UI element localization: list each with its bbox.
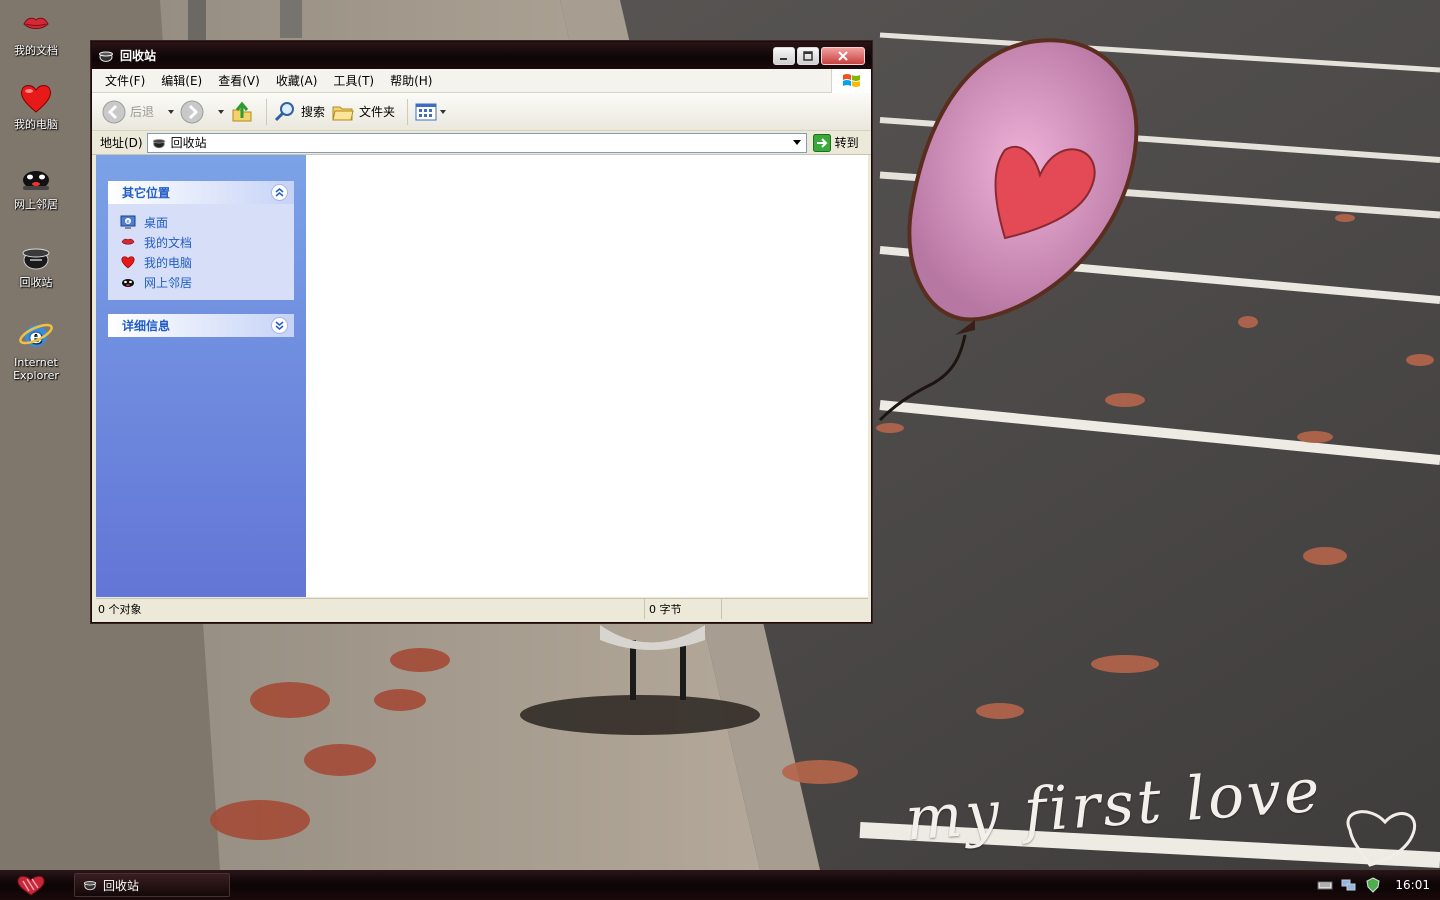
views-dropdown-arrow[interactable] bbox=[440, 109, 447, 114]
status-size: 0 字节 bbox=[645, 599, 722, 619]
address-dropdown-button[interactable] bbox=[790, 136, 804, 150]
minimize-button[interactable] bbox=[773, 46, 795, 65]
close-button[interactable] bbox=[821, 46, 865, 65]
menu-tools[interactable]: 工具(T) bbox=[325, 69, 382, 92]
up-folder-icon bbox=[232, 101, 252, 121]
chevron-down-double-icon bbox=[275, 321, 284, 330]
heart-start-icon bbox=[17, 875, 45, 896]
status-bar: 0 个对象 0 字节 bbox=[96, 598, 868, 619]
go-button[interactable]: 转到 bbox=[812, 133, 859, 152]
forward-button[interactable] bbox=[180, 97, 204, 127]
folder-icon bbox=[332, 106, 354, 120]
menu-favorites[interactable]: 收藏(A) bbox=[268, 69, 326, 92]
window-titlebar[interactable]: 回收站 bbox=[92, 42, 871, 69]
place-link-desktop[interactable]: e 桌面 bbox=[120, 212, 294, 232]
task-pane: 其它位置 e 桌面 我的文档 我的电脑 网上邻居 详细信息 bbox=[96, 155, 306, 597]
menu-file[interactable]: 文件(F) bbox=[92, 69, 153, 92]
svg-text:e: e bbox=[126, 219, 129, 225]
desktop-icon-network[interactable]: 网上邻居 bbox=[0, 160, 72, 211]
keyboard-icon[interactable] bbox=[1317, 877, 1333, 893]
menu-help[interactable]: 帮助(H) bbox=[382, 69, 440, 92]
minimize-icon bbox=[780, 57, 787, 60]
lips-icon bbox=[121, 238, 135, 245]
other-places-panel: 其它位置 e 桌面 我的文档 我的电脑 网上邻居 bbox=[108, 181, 294, 300]
windows-logo bbox=[831, 69, 871, 93]
windows-flag-icon bbox=[842, 74, 860, 87]
recycle-bin-icon bbox=[152, 138, 165, 148]
start-button[interactable] bbox=[0, 870, 62, 900]
desktop-icon-my-computer[interactable]: 我的电脑 bbox=[0, 80, 72, 131]
other-places-header[interactable]: 其它位置 bbox=[108, 181, 294, 204]
status-object-count: 0 个对象 bbox=[96, 599, 645, 619]
network-icon bbox=[23, 171, 49, 190]
views-icon bbox=[415, 103, 437, 120]
network-icon bbox=[122, 279, 134, 287]
heart-icon bbox=[121, 256, 135, 269]
go-arrow-icon bbox=[812, 133, 831, 152]
file-list-area[interactable] bbox=[306, 155, 868, 597]
folders-button[interactable]: 文件夹 bbox=[331, 97, 395, 127]
back-arrow-icon bbox=[102, 100, 126, 123]
address-input[interactable]: 回收站 bbox=[146, 132, 807, 153]
window-content: 其它位置 e 桌面 我的文档 我的电脑 网上邻居 详细信息 bbox=[96, 155, 868, 597]
menu-view[interactable]: 查看(V) bbox=[210, 69, 268, 92]
close-icon bbox=[838, 50, 848, 61]
recycle-bin-icon bbox=[99, 51, 113, 62]
search-icon bbox=[274, 101, 295, 121]
chevron-up-double-icon bbox=[275, 188, 284, 197]
menu-edit[interactable]: 编辑(E) bbox=[153, 69, 210, 92]
taskbar: 回收站 16:01 bbox=[0, 870, 1440, 900]
network-connection-icon[interactable] bbox=[1341, 877, 1357, 893]
details-panel: 详细信息 bbox=[108, 314, 294, 337]
recycle-bin-window[interactable]: 回收站 文件(F) 编辑(E) 查看(V) 收藏(A) 工具(T) 帮助(H) bbox=[91, 41, 872, 623]
back-button[interactable]: 后退 bbox=[102, 97, 154, 127]
details-header[interactable]: 详细信息 bbox=[108, 314, 294, 337]
up-folder-button[interactable] bbox=[230, 97, 254, 127]
desktop-icon-my-documents[interactable]: 我的文档 bbox=[0, 6, 72, 57]
taskbar-clock[interactable]: 16:01 bbox=[1395, 878, 1430, 892]
recycle-bin-icon bbox=[83, 881, 97, 891]
security-shield-icon[interactable] bbox=[1365, 877, 1381, 893]
search-button[interactable]: 搜索 bbox=[273, 97, 325, 127]
place-link-my-documents[interactable]: 我的文档 bbox=[120, 232, 294, 252]
address-value: 回收站 bbox=[170, 136, 207, 150]
menu-bar: 文件(F) 编辑(E) 查看(V) 收藏(A) 工具(T) 帮助(H) bbox=[92, 69, 871, 93]
place-link-my-computer[interactable]: 我的电脑 bbox=[120, 252, 294, 272]
recycle-bin-icon bbox=[22, 248, 50, 270]
forward-arrow-icon bbox=[180, 100, 204, 123]
heart-icon bbox=[21, 85, 51, 113]
views-button[interactable] bbox=[414, 97, 447, 127]
standard-toolbar: 后退 搜索 文件夹 bbox=[92, 93, 871, 131]
taskbar-button-recycle-bin[interactable]: 回收站 bbox=[74, 873, 230, 897]
address-label: 地址(D) bbox=[100, 136, 143, 150]
back-dropdown-arrow[interactable] bbox=[168, 109, 175, 114]
place-link-network[interactable]: 网上邻居 bbox=[120, 272, 294, 292]
desktop-icon: e bbox=[120, 215, 136, 229]
system-tray: 16:01 bbox=[1309, 870, 1440, 900]
maximize-icon bbox=[803, 50, 813, 61]
internet-explorer-icon: e bbox=[19, 323, 53, 348]
window-title: 回收站 bbox=[120, 49, 157, 63]
chevron-down-icon bbox=[792, 139, 801, 145]
lips-icon bbox=[23, 17, 49, 29]
maximize-button[interactable] bbox=[797, 46, 819, 65]
address-bar: 地址(D) 回收站 转到 bbox=[92, 131, 871, 155]
desktop-icon-internet-explorer[interactable]: e Internet Explorer bbox=[0, 318, 72, 382]
desktop-icon-recycle-bin[interactable]: 回收站 bbox=[0, 238, 72, 289]
collapse-other-places-button[interactable] bbox=[271, 184, 288, 201]
forward-dropdown-arrow[interactable] bbox=[218, 109, 225, 114]
expand-details-button[interactable] bbox=[271, 317, 288, 334]
